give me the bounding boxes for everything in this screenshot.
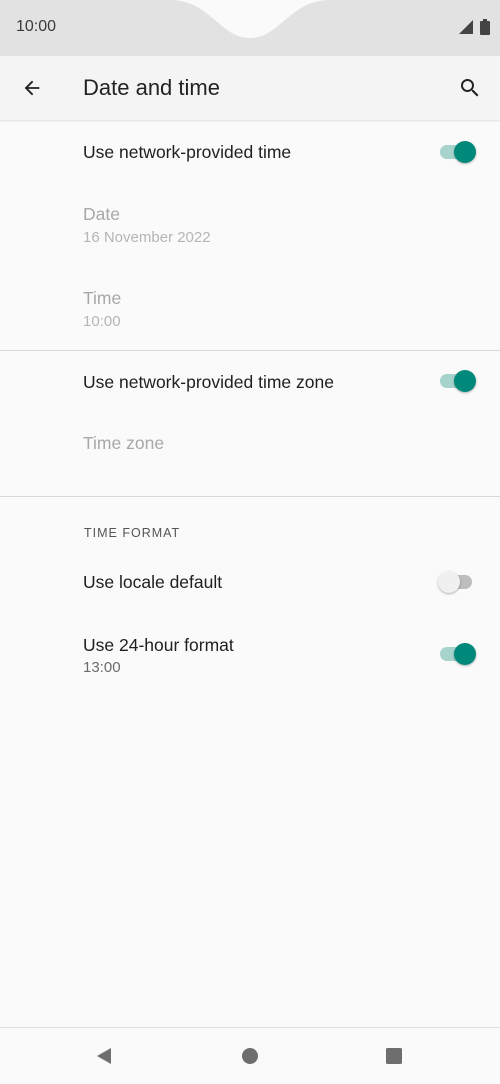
switch-thumb [454, 141, 476, 163]
navigation-bar [0, 1027, 500, 1084]
time-format-header: TIME FORMAT [84, 526, 181, 540]
format-24h-label: Use 24-hour format [83, 635, 234, 655]
network-time-switch[interactable] [438, 139, 478, 165]
divider [0, 496, 500, 497]
app-bar: Date and time [0, 56, 500, 120]
date-value: 16 November 2022 [83, 229, 211, 246]
time-value: 10:00 [83, 313, 121, 330]
date-label: Date [83, 204, 120, 224]
switch-thumb [454, 643, 476, 665]
status-bar: 10:00 [0, 0, 500, 56]
recents-square-icon [386, 1048, 402, 1064]
battery-icon [480, 19, 490, 35]
page-title: Date and time [83, 75, 220, 100]
network-time-zone-row[interactable]: Use network-provided time zone [0, 351, 500, 413]
format-24h-switch[interactable] [438, 641, 478, 667]
search-button[interactable] [452, 70, 488, 106]
time-zone-label: Time zone [83, 433, 165, 453]
nav-recents-button[interactable] [380, 1042, 408, 1070]
arrow-back-icon [24, 80, 40, 96]
switch-thumb [438, 571, 460, 593]
nav-back-button[interactable] [90, 1042, 118, 1070]
nav-home-button[interactable] [236, 1042, 264, 1070]
network-time-zone-label: Use network-provided time zone [83, 372, 334, 392]
signal-icon [459, 20, 473, 34]
time-row: Time 10:00 [0, 273, 500, 349]
time-zone-row: Time zone [0, 415, 500, 475]
date-row: Date 16 November 2022 [0, 190, 500, 268]
search-icon [461, 79, 479, 97]
network-time-label: Use network-provided time [83, 142, 292, 162]
format-24h-row[interactable]: Use 24-hour format 13:00 [0, 615, 500, 693]
back-triangle-icon [97, 1048, 111, 1064]
locale-default-label: Use locale default [83, 572, 223, 592]
switch-thumb [454, 370, 476, 392]
status-time: 10:00 [16, 18, 57, 35]
back-button[interactable] [14, 70, 50, 106]
home-circle-icon [242, 1048, 258, 1064]
format-24h-example: 13:00 [83, 659, 121, 676]
locale-default-row[interactable]: Use locale default [0, 553, 500, 611]
network-time-zone-switch[interactable] [438, 368, 478, 394]
display-notch [170, 0, 330, 38]
time-label: Time [83, 288, 122, 308]
locale-default-switch[interactable] [438, 569, 478, 595]
network-time-row[interactable]: Use network-provided time [0, 122, 500, 184]
